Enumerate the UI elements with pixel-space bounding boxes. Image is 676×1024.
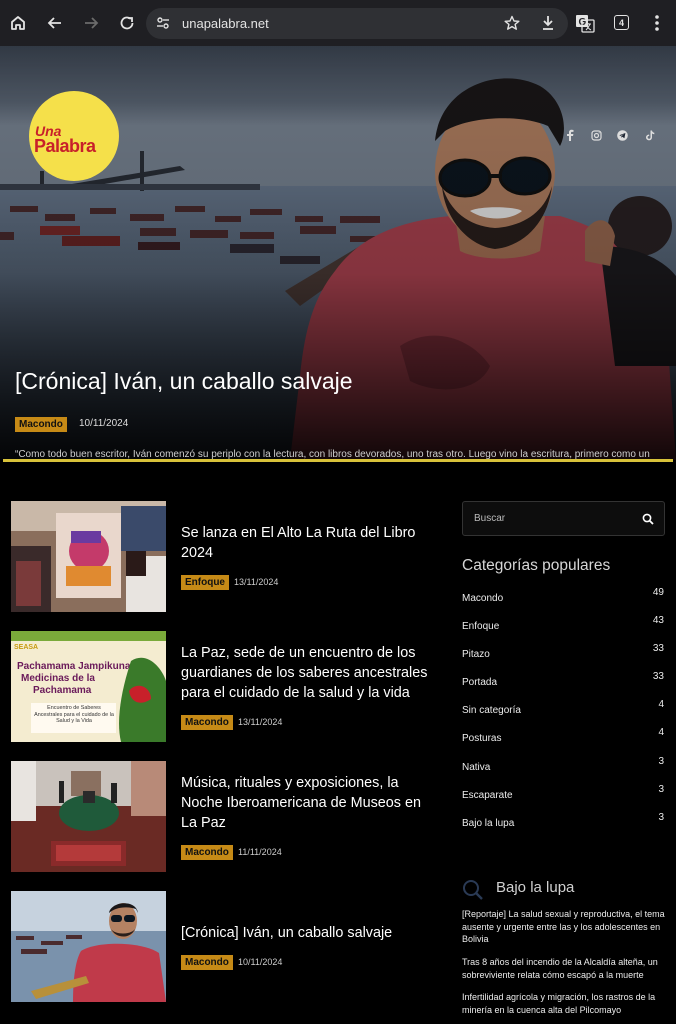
category-count: 43	[652, 615, 664, 626]
article-date: 13/11/2024	[234, 577, 279, 587]
category-count: 3	[658, 756, 664, 767]
category-item[interactable]: Escaparate 3	[462, 784, 666, 806]
search-placeholder: Buscar	[474, 513, 506, 524]
article-title[interactable]: [Crónica] Iván, un caballo salvaje	[181, 923, 436, 943]
categories-heading: Categorías populares	[462, 557, 611, 574]
menu-icon[interactable]	[645, 11, 669, 35]
category-item[interactable]: Macondo 49	[462, 587, 666, 609]
category-item[interactable]: Portada 33	[462, 671, 666, 693]
search-icon[interactable]	[642, 512, 654, 530]
category-item[interactable]: Nativa 3	[462, 756, 666, 778]
category-name[interactable]: Nativa	[462, 762, 490, 773]
hero-title[interactable]: [Crónica] Iván, un caballo salvaje	[15, 368, 353, 395]
instagram-icon[interactable]	[591, 128, 602, 141]
hero-section[interactable]: Una Palabra [Crónica] Iván, un caballo s…	[0, 46, 676, 460]
lupa-item[interactable]: [Reportaje] La salud sexual y reproducti…	[462, 908, 666, 946]
article-date: 11/11/2024	[238, 847, 282, 857]
category-name[interactable]: Pitazo	[462, 649, 490, 660]
category-count: 49	[652, 587, 664, 598]
reload-icon[interactable]	[115, 11, 139, 35]
article-date: 10/11/2024	[238, 957, 283, 967]
home-icon[interactable]	[6, 11, 30, 35]
category-count: 3	[658, 812, 664, 823]
tiktok-icon[interactable]	[645, 128, 655, 141]
search-input[interactable]: Buscar	[462, 501, 665, 536]
lupa-item[interactable]: Infertilidad agrícola y migración, los r…	[462, 991, 666, 1016]
category-name[interactable]: Sin categoría	[462, 705, 521, 716]
star-icon[interactable]	[504, 15, 520, 36]
category-count: 3	[658, 784, 664, 795]
browser-toolbar: unapalabra.net G 4	[0, 0, 676, 46]
article-title[interactable]: Música, rituales y exposiciones, la Noch…	[181, 773, 436, 833]
article-thumbnail[interactable]: SEASA Pachamama Jampikuna Medicinas de l…	[11, 631, 166, 742]
category-name[interactable]: Enfoque	[462, 621, 499, 632]
forward-icon[interactable]	[79, 11, 103, 35]
back-icon[interactable]	[43, 11, 67, 35]
category-count: 4	[658, 699, 664, 710]
article-category-badge[interactable]: Macondo	[181, 715, 233, 730]
lupa-heading: Bajo la lupa	[496, 879, 575, 896]
tabs-icon[interactable]: 4	[614, 15, 629, 30]
category-count: 4	[658, 727, 664, 738]
article-category-badge[interactable]: Enfoque	[181, 575, 229, 590]
category-item[interactable]: Sin categoría 4	[462, 699, 666, 721]
facebook-icon[interactable]	[566, 128, 574, 141]
category-name[interactable]: Portada	[462, 677, 497, 688]
logo-palabra-text: Palabra	[34, 136, 96, 156]
hero-date: 10/11/2024	[79, 418, 129, 429]
category-count: 33	[652, 671, 664, 682]
article-date: 13/11/2024	[238, 717, 283, 727]
category-name[interactable]: Macondo	[462, 593, 503, 604]
thumb-pachamama-line2: Medicinas de la	[21, 673, 95, 684]
category-count: 33	[652, 643, 664, 654]
thumb-encuentro-text: Encuentro de Saberes Ancestrales para el…	[34, 705, 114, 724]
article-title[interactable]: Se lanza en El Alto La Ruta del Libro 20…	[181, 523, 436, 563]
telegram-icon[interactable]	[617, 128, 628, 141]
thumb-pachamama-line1: Pachamama Jampikuna	[17, 661, 131, 672]
category-name[interactable]: Escaparate	[462, 790, 513, 801]
category-item[interactable]: Bajo la lupa 3	[462, 812, 666, 834]
thumb-pachamama-line3: Pachamama	[33, 685, 92, 696]
site-logo[interactable]: Una Palabra	[29, 91, 119, 181]
article-thumbnail[interactable]	[11, 891, 166, 1002]
magnifier-icon	[462, 879, 484, 906]
article-thumbnail[interactable]	[11, 761, 166, 872]
address-bar[interactable]: unapalabra.net	[146, 8, 568, 39]
article-category-badge[interactable]: Macondo	[181, 845, 233, 860]
article-category-badge[interactable]: Macondo	[181, 955, 233, 970]
category-name[interactable]: Posturas	[462, 733, 501, 744]
category-name[interactable]: Bajo la lupa	[462, 818, 514, 829]
category-item[interactable]: Enfoque 43	[462, 615, 666, 637]
category-item[interactable]: Posturas 4	[462, 727, 666, 749]
download-icon[interactable]	[540, 15, 556, 36]
hero-category-badge[interactable]: Macondo	[15, 417, 67, 432]
article-thumbnail[interactable]	[11, 501, 166, 612]
article-title[interactable]: La Paz, sede de un encuentro de los guar…	[181, 643, 436, 703]
translate-icon[interactable]: G	[573, 11, 597, 35]
lupa-item[interactable]: Tras 8 años del incendio de la Alcaldía …	[462, 956, 666, 981]
url-text[interactable]: unapalabra.net	[182, 16, 269, 31]
accent-divider	[3, 459, 673, 462]
category-item[interactable]: Pitazo 33	[462, 643, 666, 665]
site-info-icon[interactable]	[156, 16, 170, 35]
thumb-seasa-text: SEASA	[14, 644, 38, 651]
